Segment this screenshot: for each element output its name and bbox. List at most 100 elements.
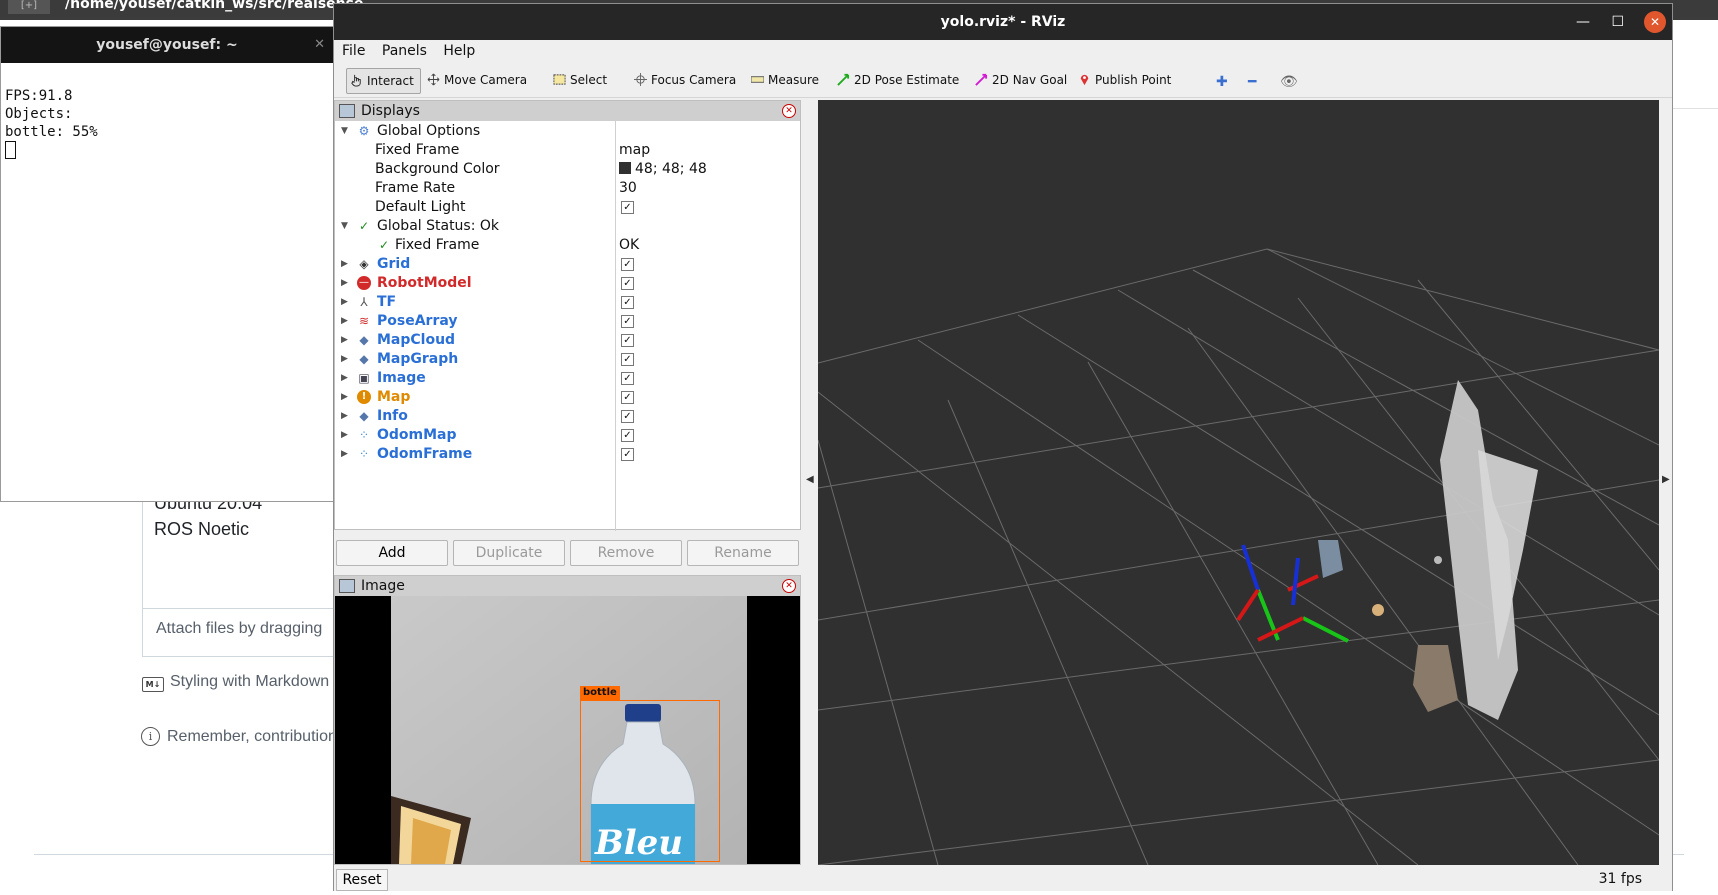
interact-tool-button[interactable]: Interact: [346, 68, 421, 94]
display-row-robotmodel[interactable]: ▶ — RobotModel ✓: [335, 274, 800, 293]
ros-version-text: ROS Noetic: [154, 519, 250, 539]
expand-arrow-icon[interactable]: ▶: [341, 388, 348, 407]
rename-button[interactable]: Rename: [687, 540, 799, 566]
expand-arrow-icon[interactable]: ▶: [341, 350, 348, 369]
display-row-map[interactable]: ▶ ! Map ✓: [335, 388, 800, 407]
display-row-mapcloud[interactable]: ▶ ◆ MapCloud ✓: [335, 331, 800, 350]
display-row-image[interactable]: ▶ ▣ Image ✓: [335, 369, 800, 388]
menu-help[interactable]: Help: [443, 43, 475, 59]
default-light-checkbox[interactable]: ✓: [621, 201, 634, 214]
menu-panels[interactable]: Panels: [382, 43, 427, 59]
close-icon[interactable]: ✕: [314, 27, 325, 63]
expand-arrow-icon[interactable]: ▶: [341, 407, 348, 426]
display-enabled-checkbox[interactable]: ✓: [621, 353, 634, 366]
display-enabled-checkbox[interactable]: ✓: [621, 277, 634, 290]
terminal-titlebar[interactable]: yousef@yousef: ~ ✕: [1, 27, 333, 63]
image-panel-header: Image ✕: [335, 576, 800, 596]
focus-camera-tool-button[interactable]: Focus Camera: [631, 68, 736, 92]
tool-label: Interact: [367, 74, 414, 88]
remove-tool-icon[interactable]: ━: [1248, 74, 1256, 90]
display-enabled-checkbox[interactable]: ✓: [621, 448, 634, 461]
display-enabled-checkbox[interactable]: ✓: [621, 429, 634, 442]
duplicate-button[interactable]: Duplicate: [453, 540, 565, 566]
maximize-icon[interactable]: ☐: [1611, 4, 1624, 40]
display-name: RobotModel: [377, 275, 472, 291]
tree-row-fixed-frame[interactable]: Fixed Frame map: [335, 141, 800, 160]
tool-bar: Interact Move Camera Select Focus Camera…: [334, 63, 1672, 98]
expand-arrow-icon[interactable]: ▶: [341, 293, 348, 312]
move-camera-tool-button[interactable]: Move Camera: [424, 68, 527, 92]
terminal-output[interactable]: FPS:91.8 Objects: bottle: 55%: [1, 63, 333, 159]
close-icon[interactable]: ✕: [782, 104, 796, 118]
add-tool-icon[interactable]: ✚: [1216, 74, 1228, 90]
tree-row-default-light[interactable]: Default Light ✓: [335, 198, 800, 217]
display-name: Grid: [377, 256, 411, 272]
display-row-info[interactable]: ▶ ◆ Info ✓: [335, 407, 800, 426]
background-color-value[interactable]: 48; 48; 48: [619, 160, 707, 179]
3d-render-view[interactable]: [818, 100, 1659, 865]
2d-pose-estimate-tool-button[interactable]: 2D Pose Estimate: [834, 68, 959, 92]
display-enabled-checkbox[interactable]: ✓: [621, 391, 634, 404]
tree-row-background-color[interactable]: Background Color 48; 48; 48: [335, 160, 800, 179]
menu-file[interactable]: File: [342, 43, 365, 59]
display-row-tf[interactable]: ▶ ⅄ TF ✓: [335, 293, 800, 312]
expand-arrow-icon[interactable]: ▶: [341, 274, 348, 293]
expand-arrow-icon[interactable]: ▶: [341, 369, 348, 388]
expand-arrow-icon[interactable]: ▶: [341, 426, 348, 445]
collapse-right-icon[interactable]: ▶: [1662, 474, 1670, 485]
map-pin-icon: [1080, 74, 1089, 86]
display-row-odommap[interactable]: ▶ ⁘ OdomMap ✓: [335, 426, 800, 445]
collapse-left-icon[interactable]: ◀: [806, 474, 814, 485]
publish-point-tool-button[interactable]: Publish Point: [1075, 68, 1171, 92]
display-enabled-checkbox[interactable]: ✓: [621, 296, 634, 309]
frame-rate-value[interactable]: 30: [619, 179, 637, 198]
detection-label: bottle: [580, 686, 620, 700]
display-enabled-checkbox[interactable]: ✓: [621, 258, 634, 271]
tree-label: Fixed Frame: [395, 237, 480, 253]
expand-arrow-icon[interactable]: ▼: [341, 217, 348, 236]
display-row-grid[interactable]: ▶ ◈ Grid ✓: [335, 255, 800, 274]
remove-button[interactable]: Remove: [570, 540, 682, 566]
minimize-icon[interactable]: —: [1576, 4, 1590, 40]
terminal-window[interactable]: yousef@yousef: ~ ✕ FPS:91.8 Objects: bottl…: [0, 26, 334, 502]
display-enabled-checkbox[interactable]: ✓: [621, 372, 634, 385]
contribution-notice: Remember, contribution: [167, 728, 337, 745]
close-icon[interactable]: ✕: [1644, 11, 1666, 33]
display-name: MapCloud: [377, 332, 456, 348]
eye-icon[interactable]: 👁: [1280, 74, 1298, 90]
tree-row-status-fixed-frame[interactable]: ✓ Fixed Frame OK: [335, 236, 800, 255]
color-value-text: 48; 48; 48: [635, 161, 707, 177]
measure-tool-button[interactable]: Measure: [748, 68, 819, 92]
display-row-mapgraph[interactable]: ▶ ◆ MapGraph ✓: [335, 350, 800, 369]
display-row-odomframe[interactable]: ▶ ⁘ OdomFrame ✓: [335, 445, 800, 464]
tree-row-global-options[interactable]: ▼ ⚙ Global Options: [335, 122, 800, 141]
attach-files-hint[interactable]: Attach files by dragging: [156, 620, 322, 638]
menu-bar: File Panels Help: [334, 40, 1672, 62]
rviz-titlebar[interactable]: yolo.rviz* - RViz — ☐ ✕: [334, 4, 1672, 40]
2d-nav-goal-tool-button[interactable]: 2D Nav Goal: [972, 68, 1067, 92]
display-enabled-checkbox[interactable]: ✓: [621, 410, 634, 423]
tree-row-frame-rate[interactable]: Frame Rate 30: [335, 179, 800, 198]
close-icon[interactable]: ✕: [782, 579, 796, 593]
background-path-text: /home/yousef/catkin_ws/src/realsense: [65, 0, 364, 12]
add-button[interactable]: Add: [336, 540, 448, 566]
expand-arrow-icon[interactable]: ▼: [341, 122, 348, 141]
display-enabled-checkbox[interactable]: ✓: [621, 334, 634, 347]
display-row-posearray[interactable]: ▶ ≋ PoseArray ✓: [335, 312, 800, 331]
expand-arrow-icon[interactable]: ▶: [341, 445, 348, 464]
point-cloud: [1318, 380, 1538, 720]
expand-arrow-icon[interactable]: ▶: [341, 255, 348, 274]
select-tool-button[interactable]: Select: [550, 68, 607, 92]
rviz-window[interactable]: yolo.rviz* - RViz — ☐ ✕ File Panels Help…: [333, 3, 1673, 891]
expand-arrow-icon[interactable]: ▶: [341, 331, 348, 350]
status-value: OK: [619, 237, 640, 253]
markdown-link[interactable]: Styling with Markdown: [170, 673, 329, 691]
tree-row-global-status[interactable]: ▼ ✓ Global Status: Ok: [335, 217, 800, 236]
crosshair-icon: [634, 73, 647, 86]
fixed-frame-value[interactable]: map: [619, 141, 650, 160]
display-enabled-checkbox[interactable]: ✓: [621, 315, 634, 328]
expand-arrow-icon[interactable]: ▶: [341, 312, 348, 331]
new-tab-icon[interactable]: [+]: [8, 0, 50, 14]
reset-button[interactable]: Reset: [336, 869, 388, 891]
tool-label: Focus Camera: [651, 73, 737, 87]
